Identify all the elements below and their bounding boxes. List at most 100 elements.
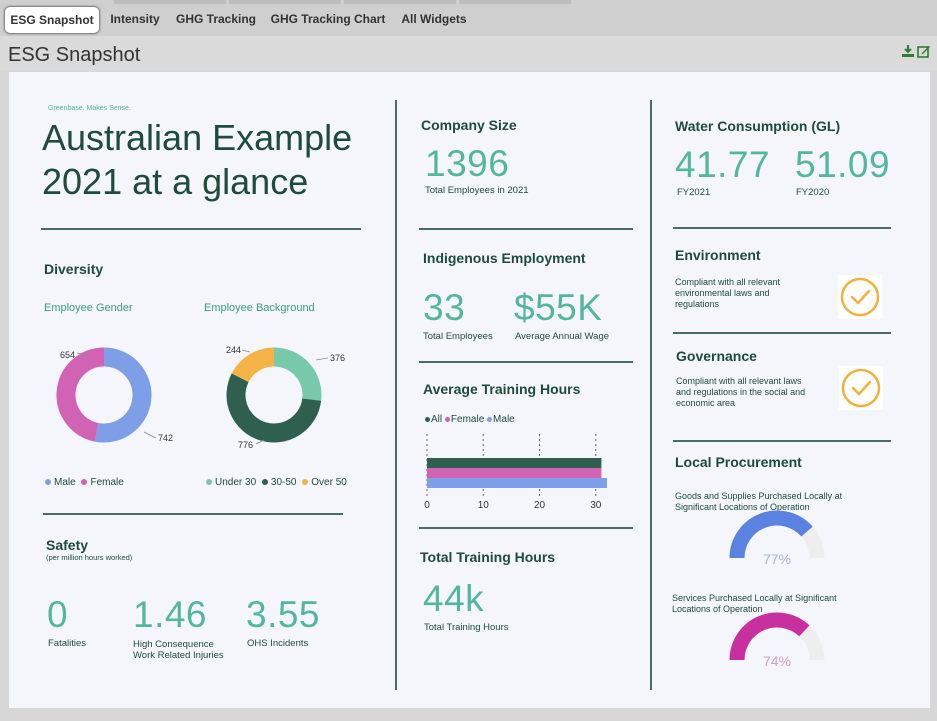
background-under30-count: 376: [330, 353, 345, 363]
label-leader-line: [255, 439, 265, 445]
water-heading: Water Consumption (GL): [675, 118, 841, 134]
column-divider: [395, 100, 397, 690]
check-circle-icon: [838, 275, 882, 319]
background-chart-title: Employee Background: [204, 302, 315, 314]
divider: [419, 527, 633, 529]
gender-female-count: 654: [60, 350, 75, 360]
injuries-label-line1: High Consequence: [133, 639, 214, 650]
legend-all: All: [431, 414, 443, 425]
gender-chart-title: Employee Gender: [44, 302, 133, 314]
legend-male: Male: [54, 477, 76, 488]
gender-male-count: 742: [158, 433, 173, 443]
divider: [43, 513, 343, 515]
report-title-line2: 2021 at a glance: [42, 161, 309, 202]
report-title-line1: Australian Example: [42, 117, 353, 158]
goods-gauge: 77%: [729, 510, 825, 567]
training-total-value: 44k: [423, 578, 485, 619]
environment-text: Compliant with all relevant environmenta…: [675, 277, 780, 310]
legend-female: Female: [90, 477, 124, 488]
legend-under30: Under 30: [215, 477, 257, 488]
safety-subheading: (per million hours worked): [46, 553, 133, 562]
x-tick-label: 20: [534, 500, 546, 508]
injuries-label-line2: Work Related Injuries: [133, 650, 224, 661]
indigenous-heading: Indigenous Employment: [423, 250, 586, 266]
governance-text-line: and regulations in the social and: [676, 387, 806, 397]
tab-bar: ESG Snapshot Intensity GHG Tracking GHG …: [0, 0, 937, 36]
legend-swatch: [425, 416, 430, 422]
procurement-text-line: Services Purchased Locally at Significan…: [672, 593, 837, 603]
legend-over50: Over 50: [311, 477, 347, 488]
divider: [673, 227, 891, 229]
governance-text-line: economic area: [676, 398, 736, 408]
tab-top-edge: [459, 0, 571, 4]
water-fy21-label: FY2021: [677, 187, 711, 198]
company-size-value: 1396: [425, 143, 510, 184]
environment-text-line: environmental laws and: [675, 288, 770, 298]
divider: [41, 228, 361, 230]
procurement-heading: Local Procurement: [675, 454, 802, 470]
bar-female: [427, 468, 602, 478]
indigenous-wage-label: Average Annual Wage: [515, 331, 610, 342]
services-gauge: 74%: [729, 612, 825, 669]
background-donut: [226, 347, 322, 443]
ohs-value: 3.55: [246, 594, 321, 635]
legend-swatch: [81, 479, 88, 486]
goods-pct: 77%: [763, 551, 791, 567]
legend-swatch: [487, 416, 493, 422]
tab-top-edge: [229, 0, 341, 4]
legend-swatch: [302, 479, 309, 486]
tab-all-widgets[interactable]: All Widgets: [395, 6, 473, 32]
water-fy20-label: FY2020: [796, 187, 830, 198]
ohs-label: OHS Incidents: [247, 638, 309, 649]
legend-swatch: [206, 479, 212, 486]
bar-all: [427, 458, 602, 468]
widget-header: [0, 36, 937, 70]
background-donut-chart: 244 376 776: [226, 345, 345, 450]
procurement-text-line: Goods and Supplies Purchased Locally at: [675, 491, 843, 501]
company-size-heading: Company Size: [421, 117, 517, 133]
x-tick-label: 10: [478, 500, 490, 508]
diversity-heading: Diversity: [44, 261, 104, 277]
tab-ghg-tracking[interactable]: GHG Tracking: [172, 6, 260, 32]
services-pct: 74%: [763, 653, 791, 669]
tab-intensity[interactable]: Intensity: [104, 6, 166, 32]
label-leader-line: [241, 349, 251, 353]
tab-top-edge: [344, 0, 456, 4]
page-title: ESG Snapshot: [8, 44, 141, 66]
edit-icon[interactable]: [917, 44, 931, 58]
column-divider: [650, 100, 652, 690]
legend-female: Female: [450, 414, 485, 425]
governance-text: Compliant with all relevant laws and reg…: [676, 376, 805, 409]
label-leader-line: [143, 431, 157, 439]
water-fy21-value: 41.77: [675, 144, 771, 185]
legend-30-50: 30-50: [270, 477, 297, 488]
chart-bars: [427, 458, 607, 488]
background-legend: Under 30 30-50 Over 50: [206, 477, 347, 488]
tab-esg-snapshot[interactable]: ESG Snapshot: [4, 6, 100, 34]
donut-slice-under30: [273, 347, 322, 401]
training-legend: All Female Male: [425, 414, 515, 425]
indigenous-employees-value: 33: [423, 287, 466, 328]
indigenous-employees-label: Total Employees: [423, 331, 493, 342]
divider: [419, 228, 633, 230]
training-total-heading: Total Training Hours: [420, 549, 556, 565]
divider: [673, 440, 891, 442]
download-icon[interactable]: [901, 44, 915, 58]
check-circle-icon: [839, 366, 883, 410]
label-leader-line: [315, 357, 329, 361]
background-over50-count: 244: [226, 345, 241, 355]
gender-donut: [56, 347, 152, 443]
environment-text-line: Compliant with all relevant: [675, 277, 781, 287]
tab-ghg-tracking-chart[interactable]: GHG Tracking Chart: [266, 6, 390, 32]
environment-heading: Environment: [675, 247, 761, 263]
training-total-label: Total Training Hours: [424, 622, 509, 633]
x-tick-label: 30: [590, 500, 602, 508]
donut-slice-female: [56, 347, 105, 442]
donut-slice-male: [94, 347, 152, 443]
tagline: Greenbase. Makes Sense.: [48, 105, 131, 112]
indigenous-wage-value: $55K: [514, 287, 603, 328]
legend-swatch: [261, 479, 268, 486]
background-30-50-count: 776: [238, 440, 253, 450]
x-tick-label: 0: [424, 500, 430, 508]
divider: [673, 332, 891, 334]
